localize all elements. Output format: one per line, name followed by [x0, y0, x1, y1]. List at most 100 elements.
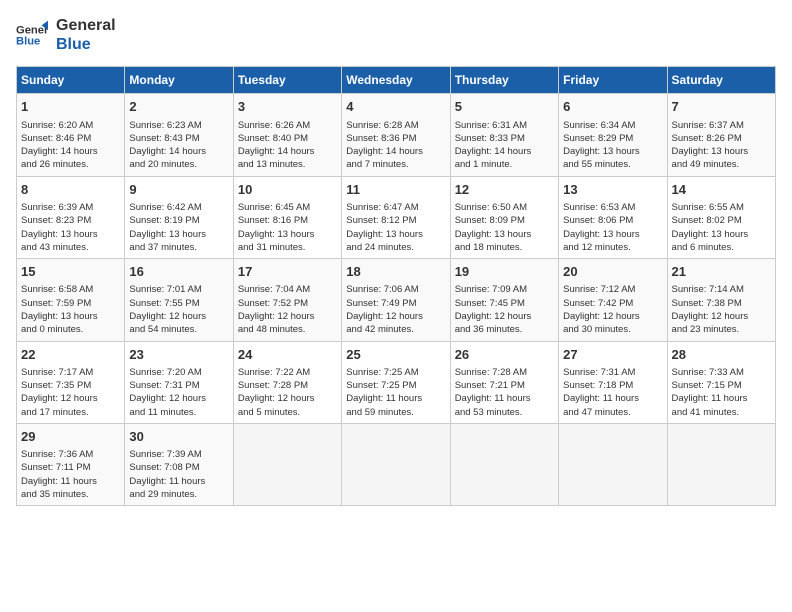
day-info: Daylight: 11 hours [129, 475, 228, 488]
day-info: and 55 minutes. [563, 158, 662, 171]
day-info: Daylight: 11 hours [346, 392, 445, 405]
day-info: Sunset: 7:59 PM [21, 297, 120, 310]
day-info: and 0 minutes. [21, 323, 120, 336]
day-info: Sunset: 8:23 PM [21, 214, 120, 227]
day-number: 18 [346, 263, 445, 281]
col-header-friday: Friday [559, 67, 667, 94]
calendar-cell [450, 423, 558, 505]
calendar-cell: 4Sunrise: 6:28 AMSunset: 8:36 PMDaylight… [342, 94, 450, 176]
day-info: Sunrise: 7:20 AM [129, 366, 228, 379]
day-number: 13 [563, 181, 662, 199]
day-info: Sunrise: 6:47 AM [346, 201, 445, 214]
calendar-cell: 5Sunrise: 6:31 AMSunset: 8:33 PMDaylight… [450, 94, 558, 176]
day-number: 17 [238, 263, 337, 281]
day-number: 2 [129, 98, 228, 116]
day-info: Daylight: 13 hours [563, 145, 662, 158]
logo-general: General [56, 16, 116, 35]
day-info: Sunset: 7:08 PM [129, 461, 228, 474]
day-info: and 11 minutes. [129, 406, 228, 419]
day-info: Sunset: 7:49 PM [346, 297, 445, 310]
day-info: and 6 minutes. [672, 241, 771, 254]
week-row-2: 8 Sunrise: 6:39 AMSunset: 8:23 PM Daylight… [17, 176, 776, 258]
calendar-cell: 11Sunrise: 6:47 AMSunset: 8:12 PMDayligh… [342, 176, 450, 258]
day-number: 3 [238, 98, 337, 116]
day-info: Daylight: 12 hours [129, 310, 228, 323]
day-info: Sunrise: 6:55 AM [672, 201, 771, 214]
day-info: Sunrise: 6:50 AM [455, 201, 554, 214]
day-info: Sunset: 7:18 PM [563, 379, 662, 392]
day-info: Daylight: 14 hours [346, 145, 445, 158]
day-info: and 31 minutes. [238, 241, 337, 254]
day-info: Sunset: 8:26 PM [672, 132, 771, 145]
logo: General Blue General Blue [16, 16, 116, 54]
day-number: 9 [129, 181, 228, 199]
day-info: Sunset: 7:52 PM [238, 297, 337, 310]
day-info: and 30 minutes. [563, 323, 662, 336]
day-info: Sunrise: 7:22 AM [238, 366, 337, 379]
day-info: Sunrise: 7:28 AM [455, 366, 554, 379]
day-info: Sunset: 7:55 PM [129, 297, 228, 310]
day-info: Sunrise: 6:45 AM [238, 201, 337, 214]
day-number: 6 [563, 98, 662, 116]
day-info: Sunset: 7:21 PM [455, 379, 554, 392]
day-info: Sunset: 8:02 PM [672, 214, 771, 227]
calendar-cell: 19Sunrise: 7:09 AMSunset: 7:45 PMDayligh… [450, 259, 558, 341]
day-info: Sunset: 8:33 PM [455, 132, 554, 145]
calendar-cell: 27Sunrise: 7:31 AMSunset: 7:18 PMDayligh… [559, 341, 667, 423]
col-header-wednesday: Wednesday [342, 67, 450, 94]
day-info: Daylight: 11 hours [672, 392, 771, 405]
col-header-sunday: Sunday [17, 67, 125, 94]
day-number: 15 [21, 263, 120, 281]
col-header-monday: Monday [125, 67, 233, 94]
calendar-cell: 10Sunrise: 6:45 AMSunset: 8:16 PMDayligh… [233, 176, 341, 258]
day-info: Sunrise: 7:14 AM [672, 283, 771, 296]
calendar-cell: 21Sunrise: 7:14 AMSunset: 7:38 PMDayligh… [667, 259, 775, 341]
day-info: Daylight: 14 hours [129, 145, 228, 158]
day-info: Sunrise: 7:39 AM [129, 448, 228, 461]
day-number: 12 [455, 181, 554, 199]
day-info: Daylight: 13 hours [21, 310, 120, 323]
day-info: and 29 minutes. [129, 488, 228, 501]
day-info: Sunrise: 7:31 AM [563, 366, 662, 379]
day-info: and 12 minutes. [563, 241, 662, 254]
day-info: Sunrise: 7:09 AM [455, 283, 554, 296]
calendar-cell: 6Sunrise: 6:34 AMSunset: 8:29 PMDaylight… [559, 94, 667, 176]
day-info: Sunrise: 6:20 AM [21, 119, 120, 132]
day-info: and 26 minutes. [21, 158, 120, 171]
day-info: Sunset: 8:06 PM [563, 214, 662, 227]
day-info: Daylight: 14 hours [238, 145, 337, 158]
day-info: Sunset: 7:25 PM [346, 379, 445, 392]
calendar-cell: 7Sunrise: 6:37 AMSunset: 8:26 PMDaylight… [667, 94, 775, 176]
col-header-saturday: Saturday [667, 67, 775, 94]
calendar-cell: 20Sunrise: 7:12 AMSunset: 7:42 PMDayligh… [559, 259, 667, 341]
day-info: Sunrise: 6:23 AM [129, 119, 228, 132]
day-info: Daylight: 11 hours [563, 392, 662, 405]
day-number: 8 [21, 181, 120, 199]
header-row: SundayMondayTuesdayWednesdayThursdayFrid… [17, 67, 776, 94]
calendar-cell: 18Sunrise: 7:06 AMSunset: 7:49 PMDayligh… [342, 259, 450, 341]
day-info: and 48 minutes. [238, 323, 337, 336]
day-number: 1 [21, 98, 120, 116]
day-info: and 37 minutes. [129, 241, 228, 254]
day-info: and 17 minutes. [21, 406, 120, 419]
day-info: Sunrise: 7:12 AM [563, 283, 662, 296]
day-info: and 1 minute. [455, 158, 554, 171]
day-info: Sunrise: 6:39 AM [21, 201, 120, 214]
calendar-cell: 3Sunrise: 6:26 AMSunset: 8:40 PMDaylight… [233, 94, 341, 176]
calendar-cell: 15Sunrise: 6:58 AMSunset: 7:59 PMDayligh… [17, 259, 125, 341]
calendar-cell: 8Sunrise: 6:39 AMSunset: 8:23 PMDaylight… [17, 176, 125, 258]
day-info: Daylight: 13 hours [455, 228, 554, 241]
day-info: and 49 minutes. [672, 158, 771, 171]
day-info: Daylight: 12 hours [455, 310, 554, 323]
calendar-cell: 25Sunrise: 7:25 AMSunset: 7:25 PMDayligh… [342, 341, 450, 423]
day-info: Sunset: 7:38 PM [672, 297, 771, 310]
calendar-cell: 13Sunrise: 6:53 AMSunset: 8:06 PMDayligh… [559, 176, 667, 258]
day-info: Daylight: 13 hours [238, 228, 337, 241]
logo-icon: General Blue [16, 19, 48, 51]
day-info: Sunrise: 6:37 AM [672, 119, 771, 132]
day-info: and 35 minutes. [21, 488, 120, 501]
calendar-cell: 2Sunrise: 6:23 AMSunset: 8:43 PMDaylight… [125, 94, 233, 176]
calendar-cell: 26Sunrise: 7:28 AMSunset: 7:21 PMDayligh… [450, 341, 558, 423]
week-row-3: 15Sunrise: 6:58 AMSunset: 7:59 PMDayligh… [17, 259, 776, 341]
day-info: Sunrise: 7:33 AM [672, 366, 771, 379]
